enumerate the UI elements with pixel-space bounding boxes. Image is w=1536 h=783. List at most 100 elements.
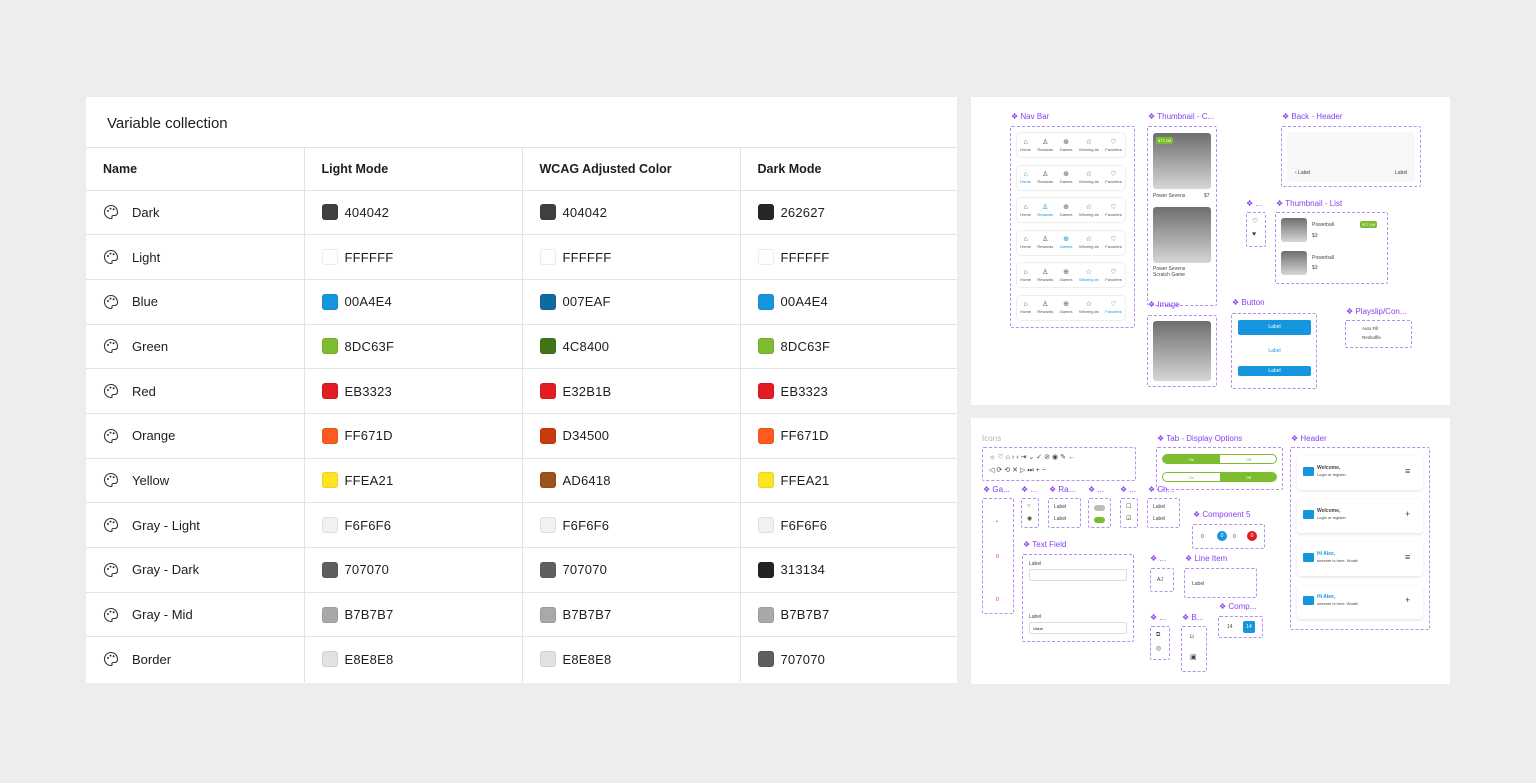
small-icons-frame[interactable]: ⧉ ◎ [1150,626,1170,660]
back-header-frame[interactable]: ‹ Label Label [1281,126,1421,187]
header-variant[interactable]: Welcome, Login or register + [1297,499,1423,533]
nav-item[interactable]: ⊕ Games [1060,204,1073,217]
nav-item[interactable]: ⊕ Games [1060,139,1073,152]
column-header[interactable]: WCAG Adjusted Color [522,148,741,191]
table-row[interactable]: Orange FF671D D34500 FF671D [86,413,957,459]
bookmark-icon[interactable]: ⌑ [1190,633,1194,641]
nav-item[interactable]: ⊕ Games [1060,171,1073,184]
header-frame[interactable]: Welcome, Login or register ≡ Welcome, Login … [1290,447,1430,630]
wcag-cell[interactable]: E32B1B [522,368,741,414]
wcag-cell[interactable]: D34500 [522,413,741,459]
table-row[interactable]: Gray - Mid B7B7B7 B7B7B7 B7B7B7 [86,592,957,638]
eye-icon[interactable]: ◎ [1156,645,1161,652]
table-row[interactable]: Gray - Dark 707070 707070 313134 [86,547,957,593]
nav-item[interactable]: ⊕ Games [1060,236,1073,249]
wcag-cell[interactable]: 007EAF [522,279,741,325]
dark-cell[interactable]: F6F6F6 [740,502,957,548]
nav-bar-variant[interactable]: ⌂ Home ♙ Rewards ⊕ Games ☆ Winning #s ♡ Favorites [1017,165,1125,190]
thumbnail-list-frame[interactable]: Powerball $3 $77,1M Powerball $3 [1275,212,1388,284]
nav-bar-variant[interactable]: ⌂ Home ♙ Rewards ⊕ Games ☆ Winning #s ♡ Favorites [1017,133,1125,157]
nav-item[interactable]: ☆ Winning #s [1079,139,1099,152]
nav-item[interactable]: ⌂ Home [1020,301,1031,314]
tab-toggle-1[interactable]: On Off [1162,454,1277,464]
number-selected[interactable]: 14 [1243,621,1255,633]
nav-item[interactable]: ♙ Rewards [1037,236,1053,249]
table-row[interactable]: Gray - Light F6F6F6 F6F6F6 F6F6F6 [86,502,957,548]
nav-item[interactable]: ♙ Rewards [1037,269,1053,282]
wcag-cell[interactable]: 707070 [522,547,741,593]
nav-item[interactable]: ☆ Winning #s [1079,301,1099,314]
header-variant[interactable]: Welcome, Login or register ≡ [1297,456,1423,490]
radio-option[interactable]: Label [1054,516,1066,522]
nav-item[interactable]: ⌂ Home [1020,139,1031,152]
checkbox-frame[interactable]: ☐ ☑ [1120,498,1138,528]
checkbox-label-frame[interactable]: Label Label [1147,498,1180,528]
image-frame[interactable] [1147,315,1217,387]
table-row[interactable]: Blue 00A4E4 007EAF 00A4E4 [86,279,957,325]
copy-icon[interactable]: ⧉ [1156,632,1160,639]
tab-on[interactable]: On [1163,473,1220,481]
plus-icon[interactable]: + [1405,509,1410,519]
radio-empty-icon[interactable]: ○ [1027,503,1031,509]
light-cell[interactable]: FFFFFF [304,234,523,280]
light-cell[interactable]: B7B7B7 [304,592,523,638]
line-item-frame[interactable]: Label [1184,568,1257,598]
nav-item[interactable]: ♙ Rewards [1037,171,1053,184]
column-header[interactable]: Dark Mode [740,148,957,191]
radio-selected-icon[interactable]: ◉ [1027,515,1032,522]
nav-item[interactable]: ♡ Favorites [1105,269,1121,282]
button-frame[interactable]: Label Label Label [1231,313,1317,389]
menu-icon[interactable]: ≡ [1405,466,1410,476]
toggle-on[interactable] [1094,517,1105,523]
table-row[interactable]: Green 8DC63F 4C8400 8DC63F [86,324,957,370]
line-item-text[interactable]: Label [1192,581,1204,587]
nav-item[interactable]: ♡ Favorites [1105,139,1121,152]
dark-cell[interactable]: FFFFFF [740,234,957,280]
nav-item[interactable]: ⌂ Home [1020,269,1031,282]
nav-item[interactable]: ♙ Rewards [1037,301,1053,314]
tab-display-frame[interactable]: On Off On Off [1156,447,1283,490]
toggle-off[interactable] [1094,505,1105,511]
nav-bar-variant[interactable]: ⌂ Home ♙ Rewards ⊕ Games ☆ Winning #s ♡ Favorites [1017,295,1125,320]
nav-item[interactable]: ⌂ Home [1020,171,1031,184]
checkbox-checked-icon[interactable]: ☑ [1126,515,1131,522]
nav-bar-variant[interactable]: ⌂ Home ♙ Rewards ⊕ Games ☆ Winning #s ♡ Favorites [1017,198,1125,222]
dark-cell[interactable]: 707070 [740,637,957,682]
text-field-frame[interactable]: Label Label Value [1022,554,1134,642]
header-variant[interactable]: Hi Alex, summer is here. Woah! ≡ [1297,542,1423,576]
gauge-frame[interactable]: • 0 0 [982,498,1014,614]
light-cell[interactable]: 404042 [304,190,523,236]
light-cell[interactable]: E8E8E8 [304,636,523,682]
dark-cell[interactable]: 313134 [740,547,957,593]
header-variant[interactable]: Hi Alex, summer is here. Woah! + [1297,585,1423,619]
dark-cell[interactable]: EB3323 [740,368,957,414]
small-button[interactable]: Label [1238,366,1311,376]
light-cell[interactable]: 707070 [304,547,523,593]
light-cell[interactable]: 8DC63F [304,324,523,370]
nav-item[interactable]: ⊕ Games [1060,301,1073,314]
component5-frame[interactable]: 0 0 0 0 [1192,524,1265,549]
wcag-cell[interactable]: AD6418 [522,458,741,504]
column-header[interactable]: Name [86,148,305,191]
wcag-cell[interactable]: E8E8E8 [522,636,741,682]
nav-item[interactable]: ♙ Rewards [1037,139,1053,152]
plus-icon[interactable]: + [1405,595,1410,605]
light-cell[interactable]: EB3323 [304,368,523,414]
wcag-cell[interactable]: FFFFFF [522,234,741,280]
nav-item[interactable]: ☆ Winning #s [1079,204,1099,217]
text-input-empty[interactable] [1029,569,1127,581]
checkbox-option[interactable]: Label [1153,516,1165,522]
nav-item[interactable]: ☆ Winning #s [1079,269,1099,282]
icons-frame[interactable]: ☼♡⌂›‹⇥⌄✓⊘◉✎← ◁⟳⟲✕▷⏭+− [982,447,1136,481]
radio-option[interactable]: Label [1054,504,1066,510]
table-row[interactable]: Light FFFFFF FFFFFF FFFFFF [86,234,957,280]
comp-frame[interactable]: 14 14 [1218,616,1263,638]
dark-cell[interactable]: FF671D [740,413,957,459]
nav-item[interactable]: ⊕ Games [1060,269,1073,282]
nav-item[interactable]: ☆ Winning #s [1079,236,1099,249]
light-cell[interactable]: FFEA21 [304,458,523,504]
radio-label-frame[interactable]: Label Label [1048,498,1081,528]
nav-bar-variant[interactable]: ⌂ Home ♙ Rewards ⊕ Games ☆ Winning #s ♡ Favorites [1017,230,1125,255]
nav-item[interactable]: ♡ Favorites [1105,236,1121,249]
nav-item[interactable]: ⌂ Home [1020,236,1031,249]
